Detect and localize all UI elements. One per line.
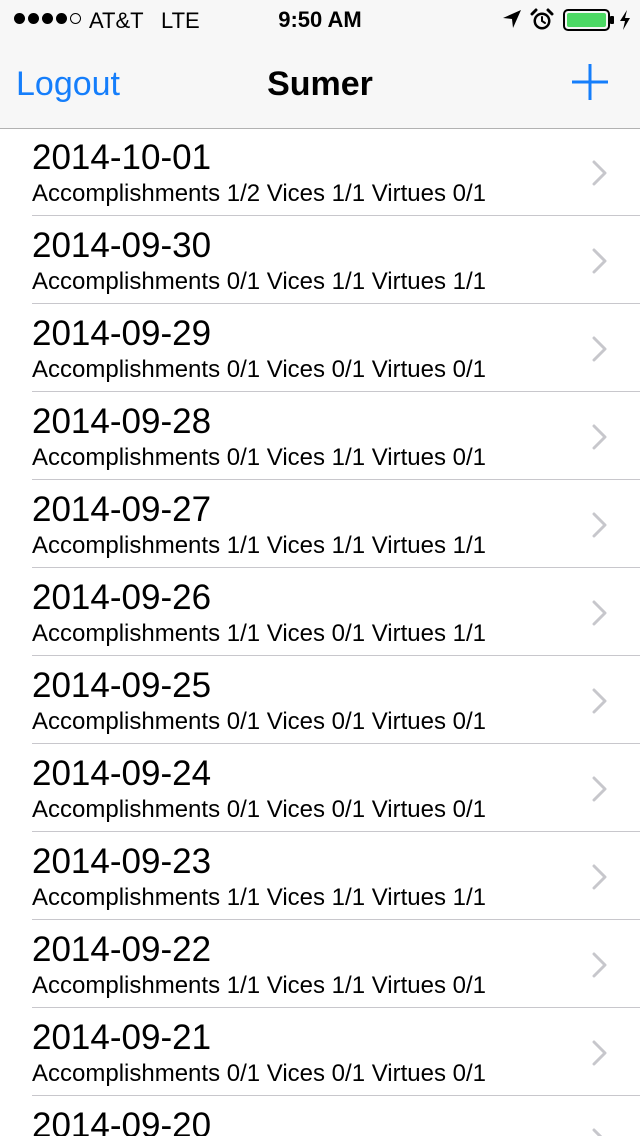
day-date: 2014-09-25 [32, 666, 212, 705]
chevron-right-icon [592, 248, 607, 274]
list-item[interactable]: 2014-09-27 Accomplishments 1/1 Vices 1/1… [0, 480, 640, 568]
day-date: 2014-09-23 [32, 842, 212, 881]
list-item[interactable]: 2014-09-23 Accomplishments 1/1 Vices 1/1… [0, 832, 640, 920]
day-summary: Accomplishments 0/1 Vices 1/1 Virtues 0/… [32, 444, 487, 471]
page-title: Sumer [267, 65, 373, 103]
chevron-right-icon [592, 512, 607, 538]
day-summary: Accomplishments 0/1 Vices 0/1 Virtues 0/… [32, 356, 487, 383]
list-item[interactable]: 2014-09-28 Accomplishments 0/1 Vices 1/1… [0, 392, 640, 480]
day-summary: Accomplishments 1/1 Vices 1/1 Virtues 1/… [32, 532, 487, 559]
day-date: 2014-09-22 [32, 930, 212, 969]
day-summary: Accomplishments 0/1 Vices 0/1 Virtues 0/… [32, 1060, 487, 1087]
day-date: 2014-09-20 [32, 1106, 212, 1136]
list-item[interactable]: 2014-09-26 Accomplishments 1/1 Vices 0/1… [0, 568, 640, 656]
day-date: 2014-09-26 [32, 578, 212, 617]
chevron-right-icon [592, 952, 607, 978]
chevron-right-icon [592, 776, 607, 802]
day-date: 2014-10-01 [32, 138, 212, 177]
status-bar: AT&T LTE 9:50 AM [0, 0, 640, 40]
day-summary: Accomplishments 0/1 Vices 0/1 Virtues 0/… [32, 796, 487, 823]
day-date: 2014-09-29 [32, 314, 212, 353]
day-date: 2014-09-21 [32, 1018, 212, 1057]
day-summary: Accomplishments 1/1 Vices 1/1 Virtues 0/… [32, 972, 487, 999]
battery-icon [563, 9, 614, 31]
chevron-right-icon [592, 688, 607, 714]
chevron-right-icon [592, 1040, 607, 1066]
day-summary: Accomplishments 0/1 Vices 1/1 Virtues 1/… [32, 268, 487, 295]
charging-bolt-icon [620, 10, 630, 30]
chevron-right-icon [592, 1128, 603, 1136]
day-summary: Accomplishments 0/1 Vices 0/1 Virtues 0/… [32, 708, 487, 735]
chevron-right-icon [592, 600, 607, 626]
day-summary: Accomplishments 1/2 Vices 1/1 Virtues 0/… [32, 180, 487, 207]
navigation-bar: Logout Sumer [0, 40, 640, 128]
list-item[interactable]: 2014-09-20 [0, 1096, 640, 1136]
alarm-clock-icon [530, 8, 554, 30]
day-date: 2014-09-30 [32, 226, 212, 265]
chevron-right-icon [592, 160, 607, 186]
list-item[interactable]: 2014-09-25 Accomplishments 0/1 Vices 0/1… [0, 656, 640, 744]
list-item[interactable]: 2014-09-24 Accomplishments 0/1 Vices 0/1… [0, 744, 640, 832]
location-arrow-icon [503, 10, 521, 28]
day-summary: Accomplishments 1/1 Vices 1/1 Virtues 1/… [32, 884, 487, 911]
day-date: 2014-09-24 [32, 754, 212, 793]
list-item[interactable]: 2014-09-21 Accomplishments 0/1 Vices 0/1… [0, 1008, 640, 1096]
day-date: 2014-09-27 [32, 490, 212, 529]
day-date: 2014-09-28 [32, 402, 212, 441]
chevron-right-icon [592, 864, 607, 890]
chevron-right-icon [592, 424, 607, 450]
list-item[interactable]: 2014-09-30 Accomplishments 0/1 Vices 1/1… [0, 216, 640, 304]
day-list: 2014-10-01 Accomplishments 1/2 Vices 1/1… [0, 128, 640, 1136]
top-bar: AT&T LTE 9:50 AM Logout Sumer [0, 0, 640, 129]
day-summary: Accomplishments 1/1 Vices 0/1 Virtues 1/… [32, 620, 487, 647]
plus-icon [572, 64, 608, 100]
list-item[interactable]: 2014-09-29 Accomplishments 0/1 Vices 0/1… [0, 304, 640, 392]
add-button[interactable] [568, 60, 612, 104]
list-item[interactable]: 2014-10-01 Accomplishments 1/2 Vices 1/1… [0, 128, 640, 216]
list-item[interactable]: 2014-09-22 Accomplishments 1/1 Vices 1/1… [0, 920, 640, 1008]
app-screen: AT&T LTE 9:50 AM Logout Sumer 2014-10-01… [0, 0, 640, 1136]
chevron-right-icon [592, 336, 607, 362]
